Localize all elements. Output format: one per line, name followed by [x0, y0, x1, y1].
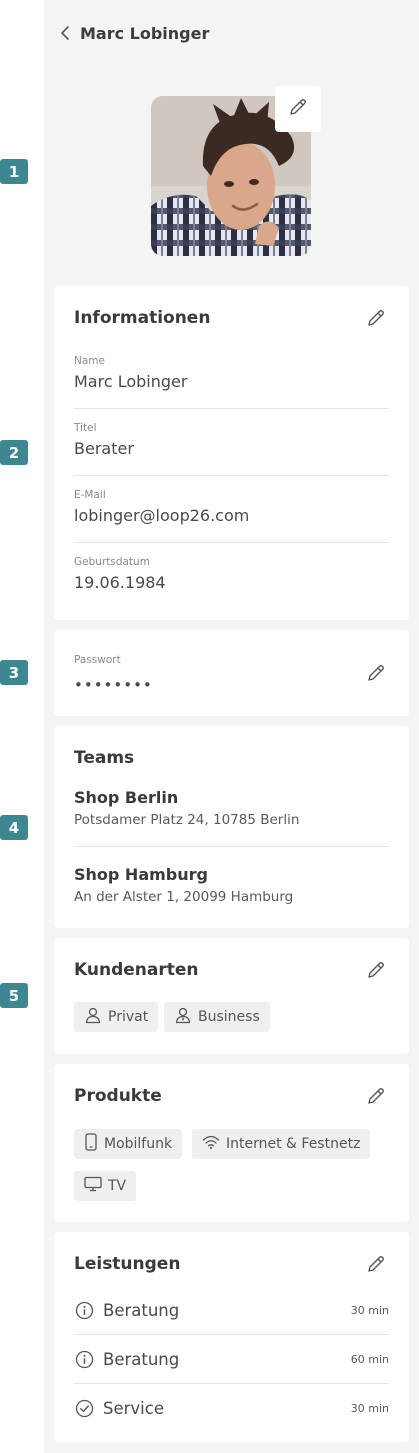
left-rail: 1 2 3 4 5 — [0, 0, 44, 1453]
step-marker-1: 1 — [0, 159, 28, 184]
pencil-icon[interactable] — [365, 959, 387, 981]
top-bar: Marc Lobinger — [58, 18, 209, 48]
chip-tv: TV — [74, 1171, 137, 1201]
name-value: Marc Lobinger — [74, 372, 188, 391]
pencil-icon[interactable] — [365, 1085, 387, 1107]
service-row[interactable]: Beratung 30 min — [74, 1295, 389, 1325]
team-name: Shop Berlin — [74, 788, 179, 807]
divider — [74, 1334, 389, 1335]
step-marker-5: 5 — [0, 983, 28, 1008]
info-card: Informationen Name Marc Lobinger Titel B… — [54, 286, 409, 620]
password-label: Passwort — [74, 654, 121, 666]
title-value: Berater — [74, 439, 134, 458]
name-label: Name — [74, 355, 105, 367]
divider — [74, 475, 389, 476]
photo-edit-button[interactable] — [275, 86, 321, 132]
teams-card: Teams Shop Berlin Potsdamer Platz 24, 10… — [54, 726, 409, 928]
wifi-icon — [202, 1134, 220, 1154]
service-duration: 60 min — [350, 1352, 389, 1366]
birthdate-value: 19.06.1984 — [74, 573, 166, 592]
birthdate-label: Geburtsdatum — [74, 556, 150, 568]
divider — [74, 846, 389, 847]
products-card: Produkte Mobilfunk Internet & Festnetz T… — [54, 1064, 409, 1222]
chip-label: Mobilfunk — [104, 1136, 173, 1152]
chevron-left-icon[interactable] — [58, 24, 72, 42]
service-row[interactable]: Beratung 60 min — [74, 1344, 389, 1374]
business-person-icon — [174, 1006, 192, 1028]
pencil-icon[interactable] — [365, 1253, 387, 1275]
person-icon — [84, 1006, 102, 1028]
profile-panel: Marc Lobinger Informationen Name Marc Lo… — [44, 0, 419, 1453]
step-marker-2: 2 — [0, 440, 28, 465]
divider — [74, 408, 389, 409]
chip-business: Business — [164, 1002, 270, 1032]
service-label: Beratung — [103, 1349, 180, 1369]
customer-types-title: Kundenarten — [74, 960, 199, 980]
team-address: An der Alster 1, 20099 Hamburg — [74, 889, 294, 905]
pencil-icon[interactable] — [365, 662, 387, 684]
divider — [74, 1383, 389, 1384]
page-title: Marc Lobinger — [80, 23, 210, 43]
step-marker-3: 3 — [0, 660, 28, 685]
info-icon — [74, 1349, 94, 1369]
teams-card-title: Teams — [74, 748, 135, 768]
chip-internet: Internet & Festnetz — [192, 1129, 371, 1159]
check-circle-icon — [74, 1398, 94, 1418]
chip-label: Internet & Festnetz — [226, 1136, 361, 1152]
services-title: Leistungen — [74, 1254, 181, 1274]
email-label: E-Mail — [74, 489, 106, 501]
pencil-icon[interactable] — [365, 307, 387, 329]
step-marker-4: 4 — [0, 815, 28, 840]
tv-icon — [84, 1176, 102, 1196]
info-card-title: Informationen — [74, 308, 211, 328]
service-row[interactable]: Service 30 min — [74, 1393, 389, 1423]
title-label: Titel — [74, 422, 97, 434]
password-value: •••••••• — [74, 676, 153, 694]
service-duration: 30 min — [350, 1303, 389, 1317]
mobile-phone-icon — [84, 1133, 98, 1155]
team-name: Shop Hamburg — [74, 865, 208, 884]
pencil-icon — [288, 97, 308, 121]
chip-mobilfunk: Mobilfunk — [74, 1129, 183, 1159]
service-duration: 30 min — [350, 1401, 389, 1415]
services-card: Leistungen Beratung 30 min Beratung 60 m… — [54, 1232, 409, 1442]
email-value: lobinger@loop26.com — [74, 506, 250, 525]
divider — [74, 542, 389, 543]
chip-privat: Privat — [74, 1002, 159, 1032]
info-icon — [74, 1300, 94, 1320]
products-title: Produkte — [74, 1086, 162, 1106]
chip-label: Business — [198, 1009, 260, 1025]
customer-types-card: Kundenarten Privat Business — [54, 938, 409, 1054]
team-address: Potsdamer Platz 24, 10785 Berlin — [74, 812, 300, 828]
service-label: Beratung — [103, 1300, 180, 1320]
chip-label: Privat — [108, 1009, 149, 1025]
password-card: Passwort •••••••• — [54, 630, 409, 716]
service-label: Service — [103, 1398, 164, 1418]
chip-label: TV — [108, 1178, 127, 1194]
